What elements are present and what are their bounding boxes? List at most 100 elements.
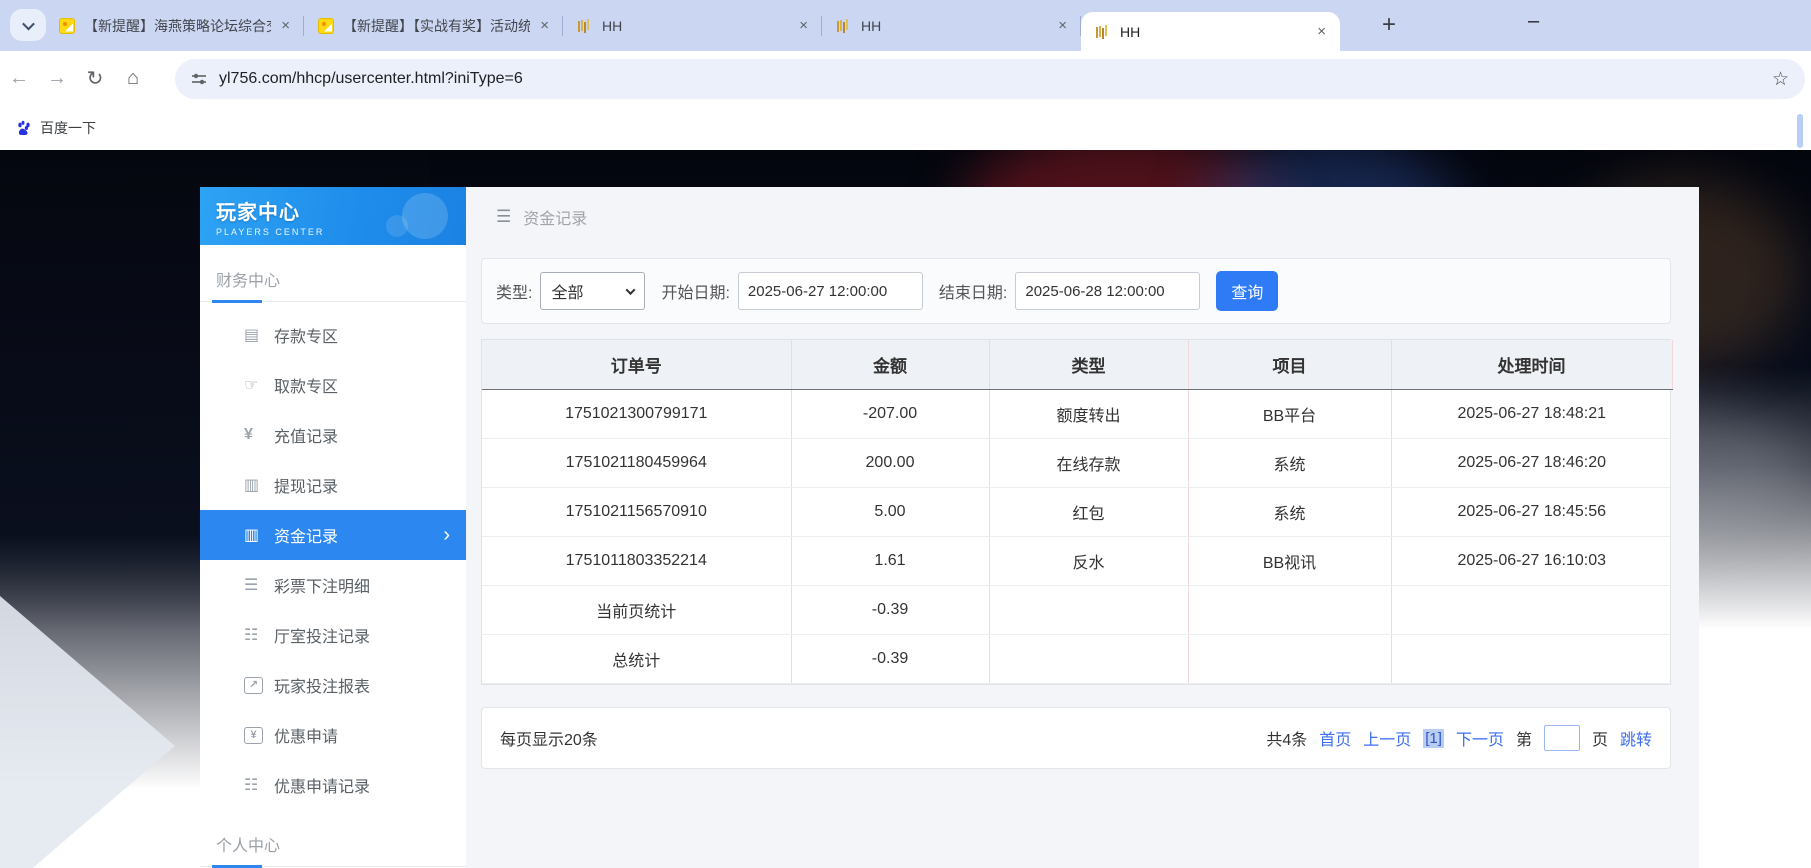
prev-page-link[interactable]: 上一页 [1363, 726, 1411, 750]
menu-item-label: 资金记录 [274, 529, 339, 546]
section-finance-label: 财务中心 [216, 273, 281, 290]
chevron-right-icon: › [443, 523, 450, 546]
section-divider [200, 865, 466, 868]
tab-close-icon[interactable]: × [1313, 24, 1330, 39]
jump-suffix-text: 页 [1591, 732, 1608, 749]
browser-tab[interactable]: 【新提醒】海燕策略论坛综合交 × [45, 0, 304, 51]
home-icon[interactable]: ⌂ [114, 67, 152, 90]
cell-amount: 1.61 [791, 536, 990, 586]
menu-item-label: 优惠申请 [274, 729, 339, 746]
tab-favicon [1095, 24, 1111, 40]
next-page-link[interactable]: 下一页 [1456, 726, 1504, 750]
table-header-cell: 处理时间 [1391, 340, 1673, 390]
first-page-link[interactable]: 首页 [1319, 726, 1351, 750]
baidu-paw-icon [18, 120, 30, 135]
browser-tab[interactable]: HH × [822, 0, 1081, 51]
page-scrollbar[interactable] [1797, 114, 1803, 148]
tab-search-button[interactable] [10, 9, 46, 41]
cell-amount: -207.00 [791, 389, 990, 439]
tab-title: HH [1120, 23, 1141, 40]
sidebar-menu-item[interactable]: ¥ 充值记录 › [200, 410, 466, 460]
header-circle-decoration [386, 215, 408, 237]
cell-project: 系统 [1188, 487, 1392, 537]
menu-item-icon: ▥ [244, 527, 260, 544]
sidebar-menu-item[interactable]: ▥ 提现记录 › [200, 460, 466, 510]
cell-type [989, 634, 1189, 684]
funds-record-panel: ☰ 资金记录 类型: 全部 开始日期: 结束日期: 查询 [466, 187, 1699, 868]
menu-item-label: 提现记录 [274, 479, 339, 496]
url-text[interactable]: yl756.com/hhcp/usercenter.html?iniType=6 [219, 70, 1772, 88]
reload-icon[interactable]: ↻ [76, 66, 114, 91]
cell-time: 2025-06-27 18:48:21 [1391, 389, 1672, 439]
menu-item-label: 彩票下注明细 [274, 579, 371, 596]
page-size-text: 每页显示20条 [500, 732, 598, 749]
cell-project [1188, 585, 1392, 635]
new-tab-button[interactable]: + [1382, 12, 1396, 38]
bookmark-star-icon[interactable]: ☆ [1772, 68, 1789, 91]
cell-time [1391, 634, 1672, 684]
window-minimize-button[interactable]: – [1528, 10, 1539, 33]
player-center-sidebar: 玩家中心 PLAYERS CENTER 财务中心 ▤ 存款专区 › ☞ 取款专区… [200, 187, 466, 868]
search-button[interactable]: 查询 [1216, 271, 1279, 311]
sidebar-menu-item[interactable]: ☞ 取款专区 › [200, 360, 466, 410]
forward-icon[interactable]: → [38, 67, 76, 90]
cell-order-no: 1751021156570910 [482, 487, 792, 537]
browser-tab[interactable]: HH × [1081, 12, 1340, 51]
menu-item-icon: ¥ [244, 726, 263, 744]
tab-close-icon[interactable]: × [795, 18, 812, 33]
cell-amount: 200.00 [791, 438, 990, 488]
jump-page-input[interactable] [1543, 725, 1580, 751]
tab-close-icon[interactable]: × [1054, 18, 1071, 33]
section-personal-label: 个人中心 [216, 838, 281, 855]
end-date-label: 结束日期: [938, 285, 1008, 302]
cell-time: 2025-06-27 18:45:56 [1391, 487, 1672, 537]
back-icon[interactable]: ← [0, 67, 38, 90]
cell-project [1188, 634, 1392, 684]
type-select[interactable]: 全部 [540, 272, 646, 310]
menu-item-label: 厅室投注记录 [274, 629, 371, 646]
tab-close-icon[interactable]: × [536, 18, 553, 33]
funds-table: 订单号 金额 类型 项目 处理时间 1751021300799171 -207.00 额… [481, 339, 1673, 685]
sidebar-menu-item[interactable]: ▤ 存款专区 › [200, 310, 466, 360]
sidebar-menu-item[interactable]: ↗ 玩家投注报表 › [200, 660, 466, 710]
bookmark-baidu[interactable]: 百度一下 [16, 118, 96, 138]
sidebar-menu-item[interactable]: ☷ 厅室投注记录 › [200, 610, 466, 660]
sidebar-menu-item[interactable]: ▥ 资金记录 › [200, 510, 466, 560]
cell-type: 在线存款 [989, 438, 1189, 488]
menu-item-icon: ▥ [244, 477, 260, 494]
table-header-cell: 金额 [791, 340, 990, 390]
table-row: 总统计 -0.39 [482, 634, 1672, 684]
tab-favicon [577, 18, 593, 34]
tab-close-icon[interactable]: × [277, 18, 294, 33]
table-row: 1751021180459964 200.00 在线存款 系统 2025-06-… [482, 438, 1672, 488]
sidebar-menu-item[interactable]: ☰ 彩票下注明细 › [200, 560, 466, 610]
browser-tab[interactable]: 【新提醒】【实战有奖】活动统 × [304, 0, 563, 51]
address-bar[interactable]: yl756.com/hhcp/usercenter.html?iniType=6… [175, 59, 1805, 99]
start-date-input[interactable] [737, 272, 923, 310]
menu-item-label: 玩家投注报表 [274, 679, 371, 696]
menu-item-icon: ☰ [244, 577, 259, 594]
menu-item-label: 取款专区 [274, 379, 339, 396]
chevron-down-icon [626, 284, 636, 295]
cell-project: BB视讯 [1188, 536, 1392, 586]
sidebar-menu-item[interactable]: ¥ 优惠申请 › [200, 710, 466, 760]
sidebar-menu-item[interactable]: ☷ 优惠申请记录 › [200, 760, 466, 810]
end-date-input[interactable] [1015, 272, 1201, 310]
cell-order-no: 1751021180459964 [482, 438, 792, 488]
cell-order-no: 1751021300799171 [482, 389, 792, 439]
menu-item-icon: ▤ [244, 327, 260, 344]
cell-time: 2025-06-27 18:46:20 [1391, 438, 1672, 488]
cell-order-no: 1751011803352214 [482, 536, 792, 586]
menu-item-icon: ☞ [244, 377, 259, 394]
jump-link[interactable]: 跳转 [1620, 726, 1652, 750]
cell-amount: -0.39 [791, 634, 990, 684]
menu-item-label: 存款专区 [274, 329, 339, 346]
menu-item-icon: ☷ [244, 627, 259, 644]
browser-tab[interactable]: HH × [563, 0, 822, 51]
menu-item-icon: ↗ [244, 676, 263, 694]
cell-type [989, 585, 1189, 635]
table-header-cell: 订单号 [482, 340, 792, 390]
cell-amount: -0.39 [791, 585, 990, 635]
site-info-icon[interactable] [191, 71, 207, 87]
header-circle-decoration [402, 193, 448, 239]
